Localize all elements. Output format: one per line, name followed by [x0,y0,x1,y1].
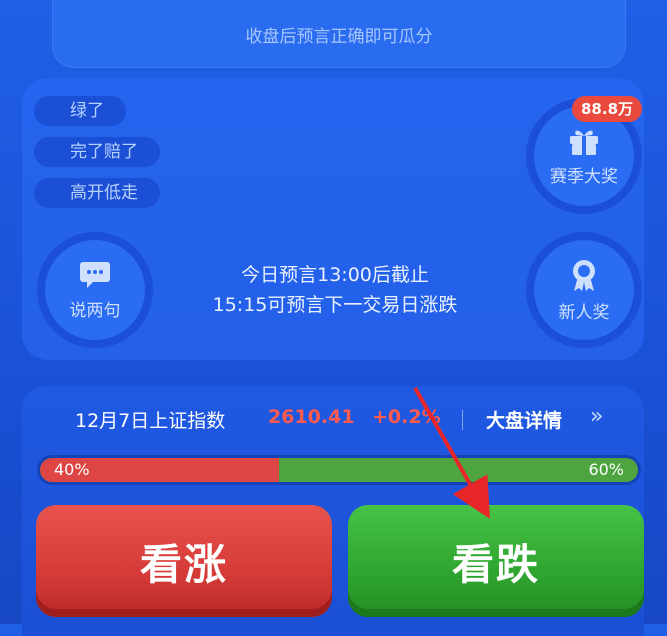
comment-tag-1[interactable]: 绿了 [34,96,126,126]
vote-track: 40% 60% [40,458,638,482]
index-label: 12月7日上证指数 [75,410,226,432]
double-chevron-right-icon[interactable]: » [590,404,603,429]
comment-tag-3[interactable]: 高开低走 [34,178,160,208]
prediction-hint: 收盘后预言正确即可瓜分 [245,27,433,47]
vote-ratio-bar: 40% 60% [37,455,641,485]
newcomer-label: 新人奖 [558,302,610,323]
deadline-line-1: 今日预言13:00后截止 [241,264,429,286]
index-info-row: 12月7日上证指数 2610.41 +0.2% 大盘详情 » [0,404,667,438]
bullish-button[interactable]: 看涨 [36,505,332,617]
newcomer-award-button[interactable]: 新人奖 [526,232,642,348]
chat-button[interactable]: 说两句 [37,232,153,348]
index-change: +0.2% [372,406,441,428]
chat-bubble-icon [80,261,110,288]
bearish-button[interactable]: 看跌 [348,505,644,617]
season-award-label: 赛季大奖 [550,166,618,187]
prediction-card: 收盘后预言正确即可瓜分 [52,0,626,68]
index-value: 2610.41 [268,406,355,428]
up-vote-percent: 40% [54,460,90,479]
down-vote-percent: 60% [588,460,624,479]
market-detail-link[interactable]: 大盘详情 [486,406,562,433]
deadline-notice: 今日预言13:00后截止 15:15可预言下一交易日涨跌 [180,260,490,320]
divider [462,410,463,430]
chat-label: 说两句 [69,300,121,321]
medal-icon [573,259,595,291]
gift-icon [570,130,598,155]
comment-tag-2[interactable]: 完了赔了 [34,137,160,167]
prize-badge: 88.8万 [572,96,643,122]
deadline-line-2: 15:15可预言下一交易日涨跌 [212,294,458,316]
